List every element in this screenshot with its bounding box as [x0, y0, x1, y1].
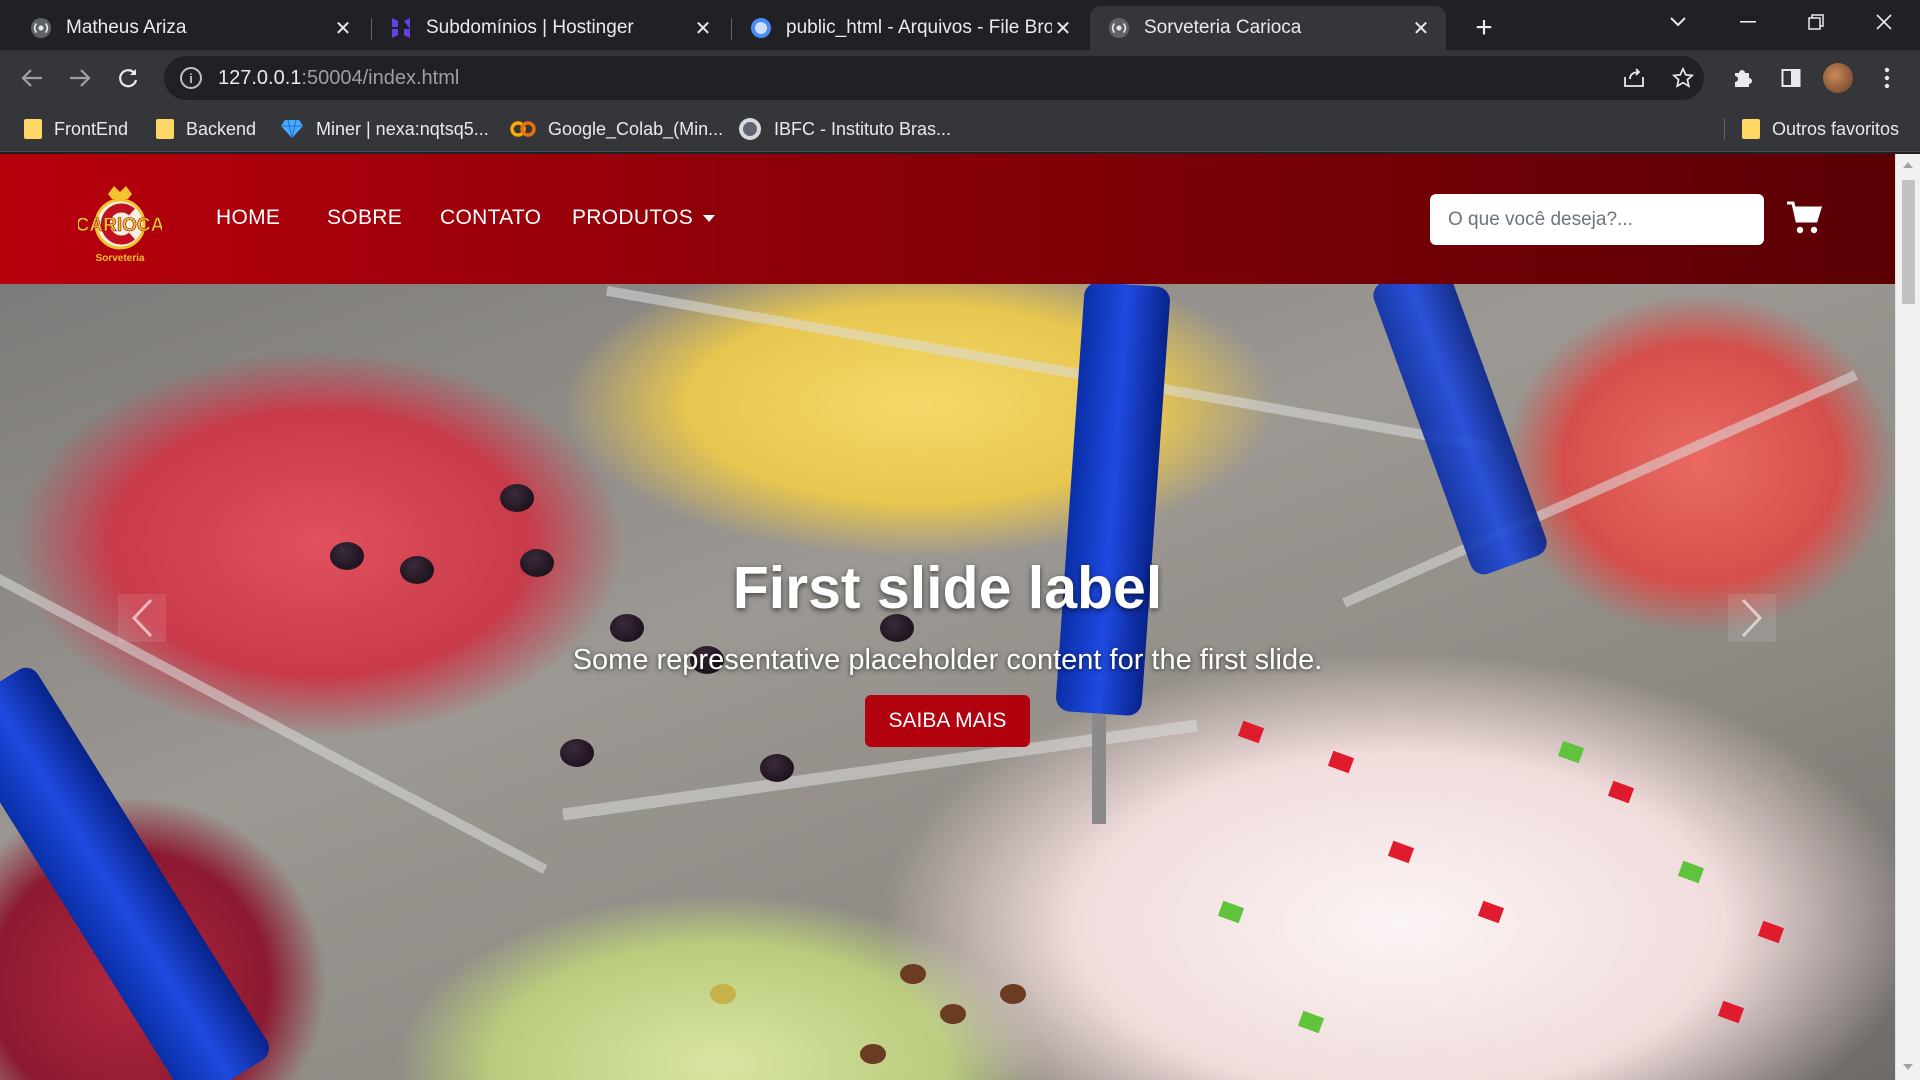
- new-tab-button[interactable]: +: [1466, 10, 1502, 46]
- site-navbar: CARIOCA Sorveteria HOME SOBRE CONTATO PR…: [0, 154, 1895, 284]
- info-icon[interactable]: i: [180, 67, 202, 89]
- bookmark-miner[interactable]: Miner | nexa:nqtsq5...: [280, 116, 489, 142]
- close-window-button[interactable]: [1850, 0, 1918, 44]
- bookmark-label: Backend: [186, 118, 257, 139]
- profile-button[interactable]: [1822, 62, 1854, 94]
- nav-sobre[interactable]: SOBRE: [327, 206, 402, 230]
- restore-icon: [1808, 14, 1824, 30]
- arrow-right-icon: [70, 69, 91, 87]
- nav-produtos-label: PRODUTOS: [572, 206, 694, 229]
- tab-title: Matheus Ariza: [66, 17, 187, 38]
- avatar: [1823, 63, 1853, 93]
- bookmark-backend[interactable]: Backend: [156, 116, 256, 142]
- menu-button[interactable]: [1871, 62, 1903, 94]
- tab-title: Sorveteria Carioca: [1144, 17, 1302, 38]
- tab-title: Subdomínios | Hostinger: [426, 17, 634, 38]
- bookmark-other-favorites[interactable]: Outros favoritos: [1742, 116, 1899, 142]
- minimize-icon: [1740, 21, 1756, 23]
- tab-matheus-ariza[interactable]: Matheus Ariza ✕: [12, 6, 368, 50]
- address-bar[interactable]: i 127.0.0.1:50004/index.html: [164, 56, 1704, 100]
- close-tab-icon[interactable]: ✕: [332, 17, 354, 40]
- tab-title: public_html - Arquivos - File Brow: [786, 17, 1052, 38]
- reload-button[interactable]: [110, 60, 146, 96]
- hero-carousel: First slide label Some representative pl…: [0, 284, 1895, 1080]
- colab-icon: [510, 121, 536, 137]
- tab-search-button[interactable]: [1644, 0, 1712, 44]
- nav-produtos-dropdown[interactable]: PRODUTOS: [572, 206, 716, 230]
- kebab-menu-icon: [1884, 67, 1890, 89]
- saiba-mais-button[interactable]: SAIBA MAIS: [864, 695, 1031, 747]
- carousel-caption: First slide label Some representative pl…: [0, 554, 1895, 747]
- nav-home[interactable]: HOME: [216, 206, 280, 230]
- logo-wordmark: CARIOCA: [78, 215, 162, 236]
- puzzle-icon: [1735, 70, 1752, 87]
- minimize-button[interactable]: [1714, 0, 1782, 44]
- radio-waves-icon: [1108, 17, 1130, 39]
- folder-icon: [1742, 119, 1760, 139]
- share-icon: [1624, 68, 1644, 87]
- tab-file-browser[interactable]: public_html - Arquivos - File Brow ✕: [732, 6, 1088, 50]
- bookmark-star-button[interactable]: [1667, 62, 1699, 94]
- carioca-logo[interactable]: CARIOCA Sorveteria: [75, 180, 165, 264]
- arrow-left-icon: [21, 69, 42, 87]
- diamond-icon: [280, 119, 304, 139]
- scroll-thumb[interactable]: [1902, 180, 1915, 304]
- side-panel-button[interactable]: [1775, 62, 1807, 94]
- folder-icon: [156, 119, 174, 139]
- restore-button[interactable]: [1782, 0, 1850, 44]
- page-viewport: CARIOCA Sorveteria HOME SOBRE CONTATO PR…: [0, 154, 1920, 1080]
- tab-sorveteria-carioca[interactable]: Sorveteria Carioca ✕: [1090, 6, 1446, 50]
- caret-down-icon: [703, 214, 716, 222]
- bookmark-label: IBFC - Instituto Bras...: [774, 118, 952, 139]
- share-button[interactable]: [1618, 62, 1650, 94]
- slide-text: Some representative placeholder content …: [572, 644, 1323, 676]
- bookmark-frontend[interactable]: FrontEnd: [24, 116, 128, 142]
- ibfc-icon: [738, 117, 762, 141]
- page-scrollbar[interactable]: [1895, 154, 1920, 1080]
- search-input[interactable]: [1430, 194, 1764, 245]
- bookmark-ibfc[interactable]: IBFC - Instituto Bras...: [738, 116, 951, 142]
- forward-button[interactable]: [62, 60, 98, 96]
- tab-hostinger[interactable]: Subdomínios | Hostinger ✕: [372, 6, 728, 50]
- close-tab-icon[interactable]: ✕: [692, 17, 714, 40]
- browser-toolbar: i 127.0.0.1:50004/index.html: [0, 50, 1920, 106]
- close-icon: [1876, 14, 1892, 30]
- tab-strip: Matheus Ariza ✕ Subdomínios | Hostinger …: [0, 0, 1920, 50]
- close-tab-icon[interactable]: ✕: [1410, 17, 1432, 40]
- chevron-down-icon: [1670, 17, 1686, 27]
- close-tab-icon[interactable]: ✕: [1052, 17, 1074, 40]
- extensions-button[interactable]: [1726, 62, 1758, 94]
- globe-icon: [750, 17, 772, 39]
- reload-icon: [119, 69, 138, 88]
- bookmark-label: Outros favoritos: [1772, 118, 1900, 139]
- hostinger-icon: [390, 17, 412, 39]
- folder-icon: [24, 119, 42, 139]
- side-panel-icon: [1781, 69, 1801, 87]
- back-button[interactable]: [14, 60, 50, 96]
- url-text: 127.0.0.1:50004/index.html: [218, 66, 460, 89]
- scroll-down-icon[interactable]: [1903, 1064, 1913, 1070]
- bookmark-google-colab[interactable]: Google_Colab_(Min...: [510, 116, 723, 142]
- bookmark-label: FrontEnd: [54, 118, 129, 139]
- bookmark-label: Google_Colab_(Min...: [548, 118, 724, 139]
- bookmarks-bar: FrontEnd Backend Miner | nexa:nqtsq5... …: [0, 106, 1920, 152]
- star-icon: [1672, 67, 1694, 88]
- radio-waves-icon: [30, 17, 52, 39]
- nav-contato[interactable]: CONTATO: [440, 206, 541, 230]
- scroll-up-icon[interactable]: [1903, 162, 1913, 168]
- bookmark-label: Miner | nexa:nqtsq5...: [316, 118, 489, 139]
- slide-title: First slide label: [732, 555, 1163, 621]
- logo-subtext: Sorveteria: [96, 253, 145, 264]
- cart-icon[interactable]: [1786, 201, 1823, 237]
- bookmarks-divider: [1724, 118, 1725, 140]
